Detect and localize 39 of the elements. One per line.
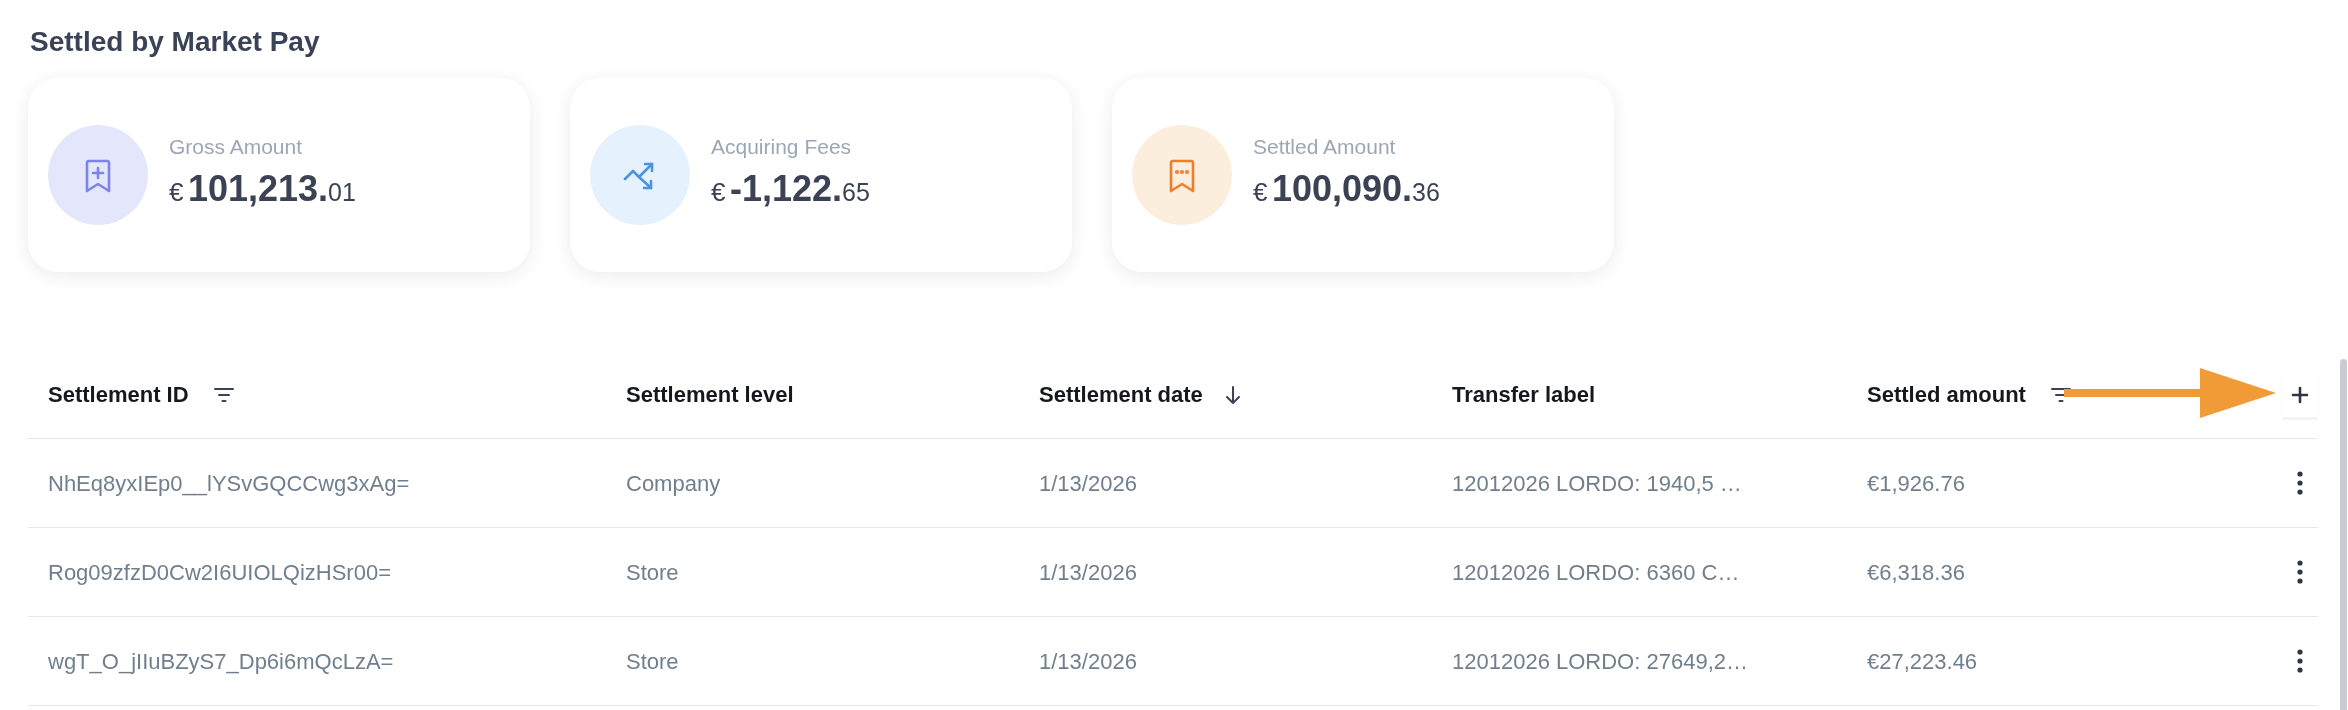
arrow-down-icon[interactable] <box>1224 384 1241 405</box>
table-cell: €6,318.36 <box>1867 559 1965 585</box>
table-cell: Company <box>626 470 721 496</box>
table-cell: Rog09zfzD0Cw2I6UIOLQizHSr00= <box>48 559 391 585</box>
table-cell: 12012026 LORDO: 1940,5 … <box>1452 470 1742 496</box>
card-label: Acquiring Fees <box>711 133 852 160</box>
add-column-button[interactable] <box>2282 372 2318 417</box>
table-cell: 12012026 LORDO: 27649,2… <box>1452 648 1748 674</box>
more-vertical-icon <box>2297 471 2303 495</box>
column-header: Settlement date <box>1039 381 1203 409</box>
bookmark-plus-icon <box>48 125 148 225</box>
more-vertical-icon <box>2297 560 2303 584</box>
amount-value: €101,213.01 <box>169 166 356 211</box>
trend-arrows-icon <box>590 125 690 225</box>
amount-value: €-1,122.65 <box>711 166 870 211</box>
more-vertical-icon <box>2297 649 2303 673</box>
card-label: Settled Amount <box>1253 133 1396 160</box>
table-cell: Store <box>626 559 679 585</box>
column-header: Settlement level <box>626 381 794 409</box>
filter-icon[interactable] <box>212 386 235 403</box>
table-cell: €1,926.76 <box>1867 470 1965 496</box>
scrollbar[interactable] <box>2340 359 2347 710</box>
table-cell: 1/13/2026 <box>1039 470 1137 496</box>
column-header: Transfer label <box>1452 381 1596 409</box>
filter-icon[interactable] <box>2049 386 2072 403</box>
column-header: Settlement ID <box>48 381 189 409</box>
amount-value: €100,090.36 <box>1253 166 1440 211</box>
section-title: Settled by Market Pay <box>30 25 320 59</box>
table-cell: wgT_O_jIIuBZyS7_Dp6i6mQcLzA= <box>48 648 394 674</box>
plus-icon <box>2291 385 2309 404</box>
table-cell: 1/13/2026 <box>1039 648 1137 674</box>
bookmark-dots-icon <box>1132 125 1232 225</box>
table-cell: NhEq8yxIEp0__lYSvGQCCwg3xAg= <box>48 470 410 496</box>
table-cell: 1/13/2026 <box>1039 559 1137 585</box>
table-cell: Store <box>626 648 679 674</box>
table-cell: €27,223.46 <box>1867 648 1978 674</box>
column-header: Settled amount <box>1867 381 2026 409</box>
table-cell: 12012026 LORDO: 6360 C… <box>1452 559 1740 585</box>
card-label: Gross Amount <box>169 133 303 160</box>
